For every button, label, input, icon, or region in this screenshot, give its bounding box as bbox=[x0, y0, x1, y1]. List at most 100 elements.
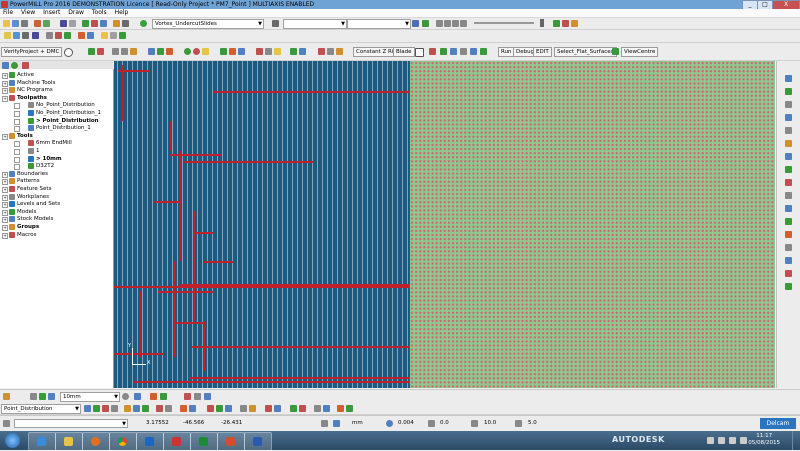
verify-project-button[interactable]: VerifyProject + DMC bbox=[1, 47, 63, 57]
text-icon[interactable] bbox=[415, 48, 424, 57]
copy-icon[interactable] bbox=[327, 48, 334, 55]
save-project-icon[interactable] bbox=[12, 20, 19, 27]
menu-draw[interactable]: Draw bbox=[68, 9, 84, 17]
section-icon[interactable] bbox=[440, 48, 447, 55]
stock-icon[interactable] bbox=[87, 32, 94, 39]
selection-icon[interactable] bbox=[148, 48, 155, 55]
save-icon[interactable] bbox=[22, 32, 29, 39]
explorer-tab-icon[interactable] bbox=[2, 62, 9, 69]
tool-holder-icon[interactable] bbox=[39, 393, 46, 400]
merge-icon[interactable] bbox=[274, 48, 281, 55]
reorder-icon[interactable] bbox=[299, 48, 306, 55]
expand-toggle[interactable] bbox=[14, 103, 20, 110]
expand-toggle[interactable] bbox=[14, 149, 20, 155]
step-forward-icon[interactable] bbox=[452, 20, 459, 27]
tp-draw-icon[interactable] bbox=[290, 405, 297, 412]
tp-merge-icon[interactable] bbox=[249, 405, 256, 412]
tp-nc-icon[interactable] bbox=[346, 405, 353, 412]
tp-collision-icon[interactable] bbox=[274, 405, 281, 412]
collision-icon[interactable] bbox=[562, 20, 569, 27]
workplane-icon[interactable] bbox=[60, 20, 67, 27]
view-icon[interactable] bbox=[46, 32, 53, 39]
edit-button[interactable]: EDIT bbox=[533, 47, 552, 57]
print-icon[interactable] bbox=[21, 20, 28, 27]
tool-settings-icon[interactable] bbox=[122, 393, 129, 400]
expand-toggle[interactable]: + bbox=[2, 209, 8, 216]
open-project-icon[interactable] bbox=[3, 20, 10, 27]
sim-speed-handle[interactable] bbox=[540, 19, 544, 27]
start-end-icon[interactable] bbox=[110, 32, 117, 39]
tray-volume-icon[interactable] bbox=[740, 437, 747, 444]
record-icon[interactable] bbox=[91, 20, 98, 27]
start-orb-icon[interactable] bbox=[5, 433, 20, 448]
taskbar-media[interactable] bbox=[82, 432, 110, 451]
menu-file[interactable]: File bbox=[3, 9, 13, 17]
magnet-icon[interactable] bbox=[88, 48, 95, 55]
macro-icon[interactable] bbox=[82, 20, 89, 27]
taskbar-powerpoint[interactable] bbox=[217, 432, 245, 451]
tray-flag-icon[interactable] bbox=[718, 437, 725, 444]
tp-export-icon[interactable] bbox=[337, 405, 344, 412]
tool-export-icon[interactable] bbox=[194, 393, 201, 400]
open-icon[interactable] bbox=[13, 32, 20, 39]
tool-feeds-icon[interactable] bbox=[150, 393, 157, 400]
select-flat-surfaces-button[interactable]: Select_Flat_Surfaces bbox=[554, 47, 617, 57]
tp-settings-icon[interactable] bbox=[84, 405, 91, 412]
tray-network-icon[interactable] bbox=[729, 437, 736, 444]
tp-split-icon[interactable] bbox=[240, 405, 247, 412]
explorer-globe-icon[interactable] bbox=[11, 62, 18, 69]
expand-toggle[interactable]: + bbox=[2, 225, 8, 231]
expand-toggle[interactable]: + bbox=[2, 95, 8, 102]
taskbar-word[interactable] bbox=[244, 432, 272, 451]
tp-edit-icon[interactable] bbox=[124, 405, 131, 412]
stop-icon[interactable] bbox=[460, 20, 467, 27]
expand-toggle[interactable] bbox=[14, 141, 20, 148]
tp-reverse-icon[interactable] bbox=[156, 405, 163, 412]
toolpath-icon[interactable] bbox=[78, 32, 85, 39]
tool-collision-icon[interactable] bbox=[184, 393, 191, 400]
view-tool-icon[interactable] bbox=[785, 192, 792, 199]
explorer-help-icon[interactable] bbox=[22, 62, 29, 69]
tp-undraw-icon[interactable] bbox=[299, 405, 306, 412]
graphics-viewport[interactable]: Y X bbox=[114, 61, 775, 388]
view-tool-icon[interactable] bbox=[785, 218, 792, 225]
view-tool-icon[interactable] bbox=[785, 283, 792, 290]
new-icon[interactable] bbox=[4, 32, 11, 39]
tp-arc-icon[interactable] bbox=[207, 405, 214, 412]
taskbar-ie[interactable] bbox=[28, 432, 56, 451]
menu-view[interactable]: View bbox=[21, 9, 35, 17]
tp-calc-icon[interactable] bbox=[93, 405, 100, 412]
tool-view-icon[interactable] bbox=[134, 393, 141, 400]
rapid-move-icon[interactable] bbox=[113, 20, 120, 27]
ruler-icon[interactable] bbox=[112, 48, 119, 55]
red-sphere-icon[interactable] bbox=[193, 48, 200, 55]
menu-help[interactable]: Help bbox=[115, 9, 129, 17]
expand-toggle[interactable]: + bbox=[2, 179, 8, 186]
status-workplane-icon[interactable] bbox=[3, 420, 10, 427]
block-icon[interactable] bbox=[100, 20, 107, 27]
view-tool-icon[interactable] bbox=[785, 114, 792, 121]
tool-icon[interactable] bbox=[3, 393, 10, 400]
expand-toggle[interactable]: + bbox=[2, 133, 8, 140]
toolpath-green-icon[interactable] bbox=[220, 48, 227, 55]
machine-sim-icon[interactable] bbox=[422, 20, 429, 27]
tp-gouge-icon[interactable] bbox=[265, 405, 272, 412]
project-combo[interactable]: Vortex_UndercutSlides ▼ bbox=[152, 19, 264, 29]
clip-icon[interactable] bbox=[429, 48, 436, 55]
expand-toggle[interactable]: + bbox=[2, 88, 8, 95]
taskbar-powermill[interactable] bbox=[163, 432, 191, 451]
menu-insert[interactable]: Insert bbox=[43, 9, 60, 17]
split-icon[interactable] bbox=[265, 48, 272, 55]
expand-toggle[interactable] bbox=[14, 118, 20, 125]
undo-icon[interactable] bbox=[34, 20, 41, 27]
grid-icon[interactable] bbox=[130, 48, 137, 55]
view-tool-icon[interactable] bbox=[785, 101, 792, 108]
expand-toggle[interactable]: + bbox=[2, 187, 8, 193]
view-tool-icon[interactable] bbox=[785, 153, 792, 160]
toolpath-strategy-icon[interactable] bbox=[140, 20, 147, 27]
tp-links-icon[interactable] bbox=[189, 405, 196, 412]
view-tool-icon[interactable] bbox=[785, 205, 792, 212]
tp-pin-icon[interactable] bbox=[314, 405, 321, 412]
taskbar-explorer[interactable] bbox=[55, 432, 83, 451]
green-sphere-icon[interactable] bbox=[184, 48, 191, 55]
